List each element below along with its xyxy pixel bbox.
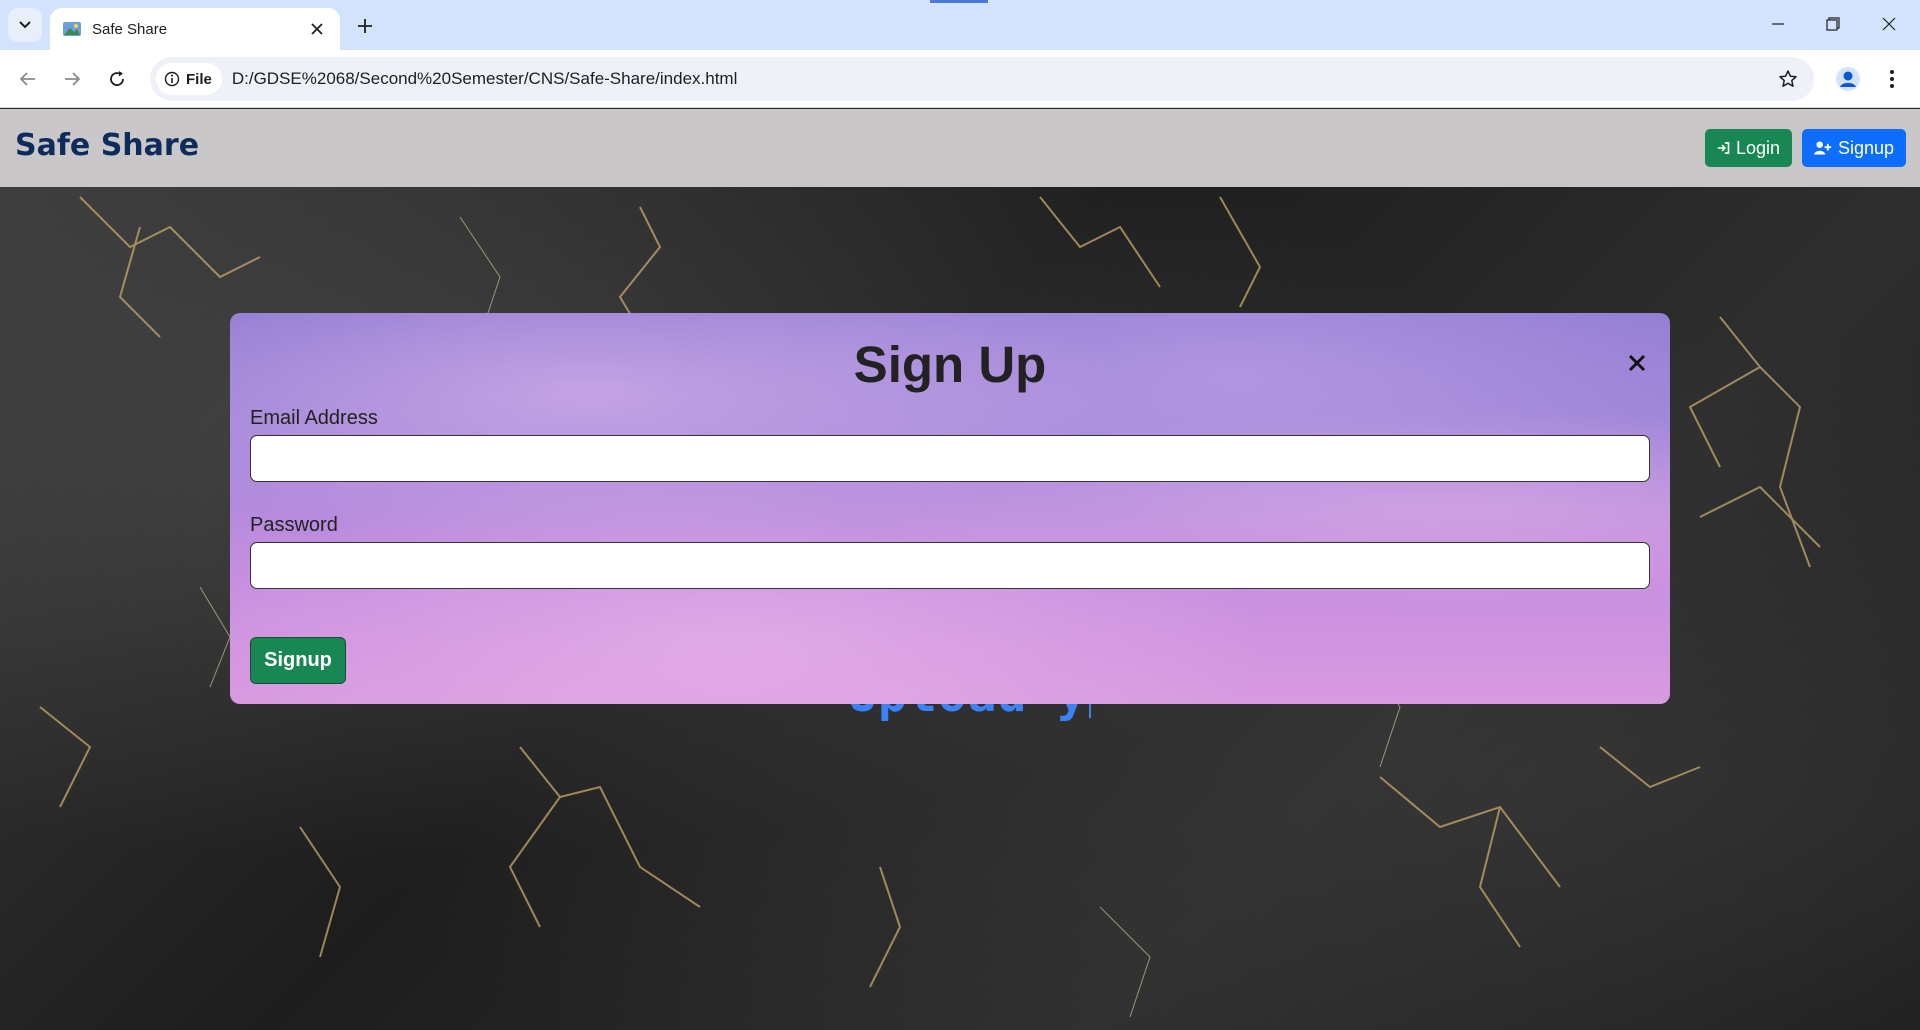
info-icon (164, 71, 180, 87)
signup-label: Signup (1837, 137, 1894, 158)
restore-button[interactable] (1810, 6, 1856, 42)
browser-menu-button[interactable] (1876, 63, 1908, 95)
signup-button[interactable]: Signup (1802, 129, 1906, 167)
bookmark-button[interactable] (1772, 63, 1804, 95)
tabstrip-indicator (930, 0, 988, 3)
signup-submit-button[interactable]: Signup (250, 637, 346, 684)
email-field[interactable] (250, 435, 1650, 482)
address-bar[interactable]: File D:/GDSE%2068/Second%20Semester/CNS/… (150, 57, 1814, 101)
site-chip-label: File (186, 70, 212, 88)
image-icon (63, 22, 81, 36)
close-window-button[interactable] (1866, 6, 1912, 42)
site-navbar: Safe Share Login Signup (0, 109, 1920, 187)
site-info-chip[interactable]: File (156, 63, 222, 95)
close-icon (1628, 354, 1646, 372)
minimize-button[interactable] (1755, 6, 1801, 42)
tab-title: Safe Share (92, 20, 168, 38)
arrow-left-icon (19, 72, 35, 86)
login-label: Login (1735, 137, 1780, 158)
new-tab-button[interactable] (350, 11, 380, 41)
reload-button[interactable] (101, 63, 133, 95)
back-button[interactable] (12, 63, 44, 95)
browser-toolbar: File D:/GDSE%2068/Second%20Semester/CNS/… (0, 50, 1920, 108)
password-label: Password (250, 514, 338, 536)
kebab-menu-icon (1890, 70, 1894, 88)
signup-modal: Sign Up Email Address Password Signup (230, 313, 1670, 704)
sign-in-icon (1717, 142, 1730, 154)
password-field[interactable] (250, 542, 1650, 589)
restore-icon (1826, 17, 1840, 31)
minimize-icon (1772, 23, 1784, 25)
login-button[interactable]: Login (1705, 129, 1792, 167)
user-plus-icon (1814, 141, 1832, 155)
star-icon (1779, 70, 1797, 87)
plus-icon (358, 19, 372, 33)
reload-icon (110, 71, 124, 86)
arrow-right-icon (65, 72, 81, 86)
forward-button[interactable] (56, 63, 88, 95)
browser-tabstrip: Safe Share (0, 0, 1920, 50)
modal-title: Sign Up (853, 336, 1047, 393)
chevron-down-icon (19, 21, 31, 29)
site-brand[interactable]: Safe Share (15, 128, 199, 163)
email-label: Email Address (250, 407, 378, 429)
url-text[interactable]: D:/GDSE%2068/Second%20Semester/CNS/Safe-… (232, 69, 1772, 89)
profile-button[interactable] (1832, 63, 1864, 95)
page-viewport: Safe Share Login Signup Sign Up Email Ad… (0, 109, 1920, 1030)
person-icon (1836, 67, 1860, 91)
tab-search-button[interactable] (8, 8, 42, 42)
close-icon (1882, 17, 1896, 31)
close-icon[interactable] (306, 18, 328, 40)
browser-tab[interactable]: Safe Share (50, 8, 340, 50)
modal-close-button[interactable] (1623, 349, 1651, 377)
